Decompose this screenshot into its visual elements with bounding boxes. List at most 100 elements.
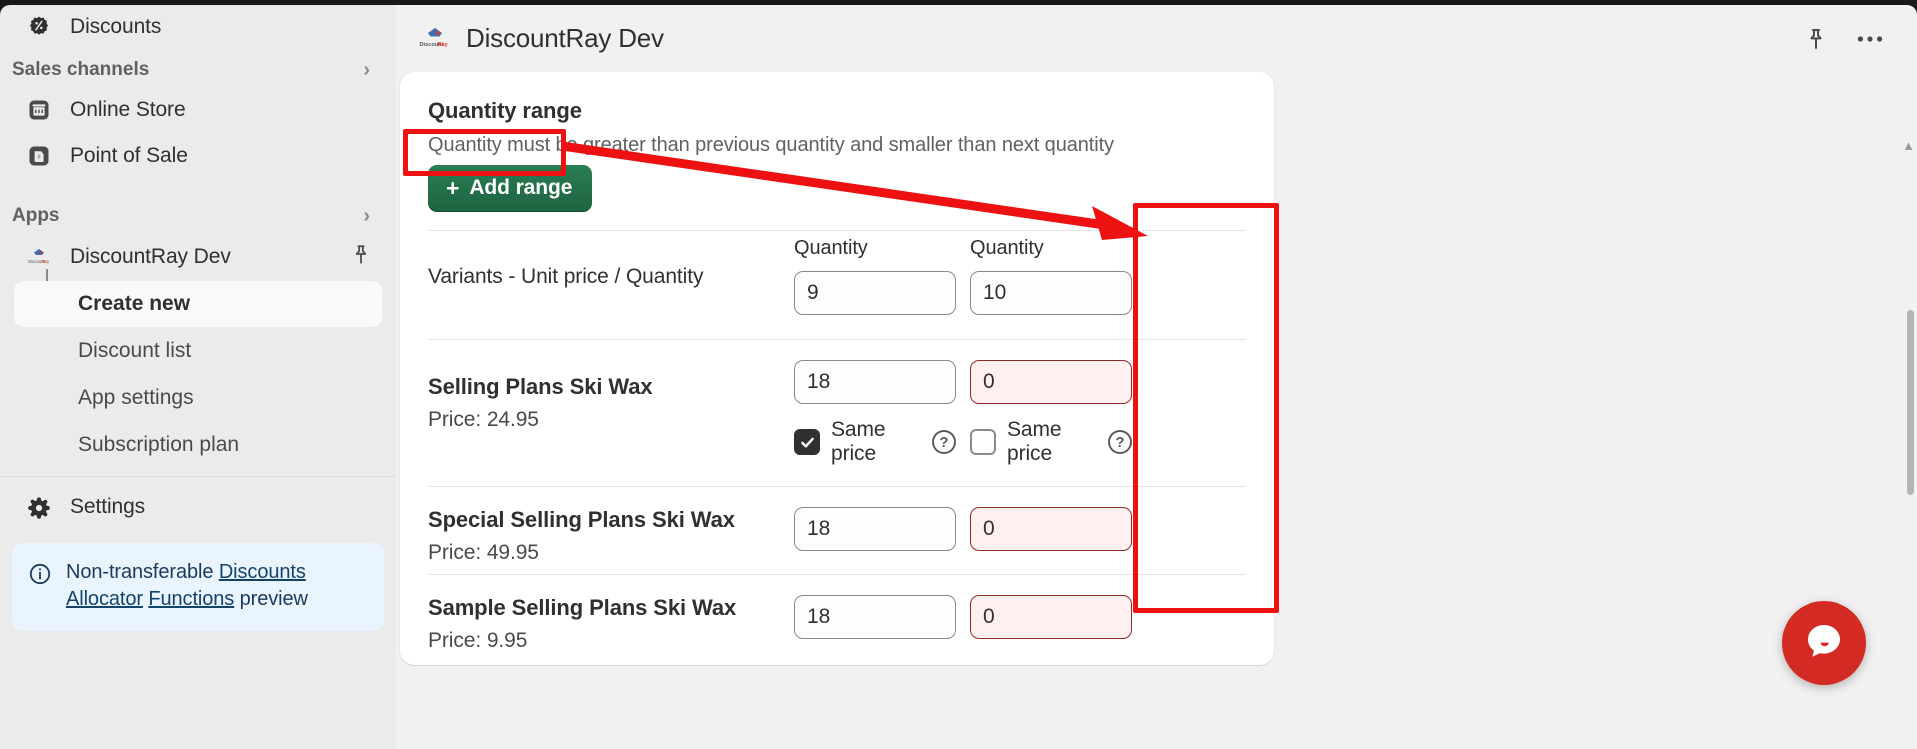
svg-text:Ray: Ray <box>438 42 449 48</box>
variant-cell-col2 <box>956 575 1132 639</box>
variant-price: Price: 49.95 <box>428 541 539 564</box>
sidebar-subitem-label: Create new <box>78 292 191 315</box>
help-icon-col1[interactable]: ? <box>932 430 956 454</box>
svg-text:Ray: Ray <box>41 259 50 264</box>
sidebar-item-label: Settings <box>70 495 146 518</box>
price-input-col1[interactable] <box>794 507 956 551</box>
info-circle-icon <box>28 562 52 591</box>
sidebar-subitem-label: App settings <box>78 385 194 409</box>
same-price-row-col2: Same price ? <box>970 418 1132 466</box>
same-price-label: Same price <box>1007 418 1062 465</box>
sidebar-item-label: Online Store <box>70 98 186 121</box>
variant-name: Special Selling Plans Ski Wax <box>428 507 735 532</box>
sidebar-item-online-store[interactable]: Online Store <box>0 87 396 133</box>
sidebar-item-discountray-dev[interactable]: Discount Ray DiscountRay Dev <box>0 233 396 281</box>
quantity-input-col1[interactable] <box>794 271 956 315</box>
sidebar-divider <box>0 476 396 477</box>
sidebar-item-label: DiscountRay Dev <box>70 245 231 268</box>
card-title: Quantity range <box>428 98 582 123</box>
variant-cell-col1 <box>780 575 956 639</box>
sidebar-subitem-label: Subscription plan <box>78 432 240 456</box>
price-input-col2[interactable] <box>970 360 1132 404</box>
variant-cell-col1 <box>780 487 956 551</box>
sidebar: Discounts Sales channels › Online Store … <box>0 5 396 749</box>
column-header-label: Quantity <box>970 237 1044 259</box>
main-content: Quantity range Quantity must be greater … <box>396 72 1917 749</box>
variants-header-label: Variants - Unit price / Quantity <box>428 265 704 288</box>
variant-cell-col1: Same price ? <box>780 340 956 466</box>
variant-name: Selling Plans Ski Wax <box>428 374 653 399</box>
gear-icon <box>26 494 52 520</box>
scroll-up-caret-icon[interactable]: ▲ <box>1902 138 1915 153</box>
sidebar-item-label: Discounts <box>70 15 162 38</box>
sidebar-item-label: Point of Sale <box>70 144 188 167</box>
sidebar-item-settings[interactable]: Settings <box>0 481 396 533</box>
sidebar-subitem-app-settings[interactable]: App settings <box>0 374 396 421</box>
chat-bubble-icon <box>1800 617 1848 670</box>
variants-grid: Variants - Unit price / Quantity Quantit… <box>400 231 1274 665</box>
pin-icon[interactable] <box>350 244 372 271</box>
quantity-column-2: Quantity <box>956 231 1132 315</box>
variants-header-cell: Variants - Unit price / Quantity <box>428 231 780 289</box>
add-range-button[interactable]: + Add range <box>428 165 593 212</box>
quantity-input-col2[interactable] <box>970 271 1132 315</box>
more-horizontal-icon[interactable] <box>1849 18 1891 60</box>
sidebar-subitem-label: Discount list <box>78 338 192 362</box>
variant-info-cell: Special Selling Plans Ski Wax Price: 49.… <box>428 487 780 565</box>
table-header-row: Variants - Unit price / Quantity Quantit… <box>400 231 1274 339</box>
help-icon-col2[interactable]: ? <box>1108 430 1132 454</box>
sidebar-item-point-of-sale[interactable]: S Point of Sale <box>0 133 396 179</box>
same-price-row-col1: Same price ? <box>794 418 956 466</box>
card-header: Quantity range Quantity must be greater … <box>400 72 1274 212</box>
variant-price: Price: 24.95 <box>428 408 539 431</box>
main-scrollbar[interactable]: ▲ ▼ <box>1902 138 1915 749</box>
price-input-col1[interactable] <box>794 595 956 639</box>
callout-text: Non-transferable Discounts Allocator Fun… <box>66 559 368 613</box>
add-range-label: Add range <box>469 176 573 199</box>
app-header: Discount Ray DiscountRay Dev <box>396 5 1917 72</box>
section-label: Sales channels <box>12 59 150 80</box>
variant-info-cell: Sample Selling Plans Ski Wax Price: 9.95 <box>428 575 780 653</box>
page-title: DiscountRay Dev <box>466 23 664 53</box>
scrollbar-thumb[interactable] <box>1907 310 1914 495</box>
quantity-range-card: Quantity range Quantity must be greater … <box>400 72 1274 665</box>
chat-launcher-button[interactable] <box>1782 601 1866 685</box>
same-price-checkbox-col2[interactable] <box>970 429 996 455</box>
plus-icon: + <box>446 174 460 201</box>
same-price-label: Same price <box>831 418 886 465</box>
callout-line1: Non-transferable <box>66 561 214 583</box>
functions-link[interactable]: Functions <box>148 588 234 610</box>
sidebar-section-sales-channels[interactable]: Sales channels › <box>0 49 396 87</box>
column-header-label: Quantity <box>794 237 868 259</box>
sidebar-subitem-create-new[interactable]: Create new <box>14 281 382 327</box>
card-subtitle: Quantity must be greater than previous q… <box>428 134 1114 156</box>
preview-callout: Non-transferable Discounts Allocator Fun… <box>12 543 384 631</box>
section-label: Apps <box>12 205 60 226</box>
sidebar-section-apps[interactable]: Apps › <box>0 179 396 233</box>
variant-price: Price: 9.95 <box>428 629 528 652</box>
variant-name: Sample Selling Plans Ski Wax <box>428 595 737 620</box>
pin-icon[interactable] <box>1795 18 1837 60</box>
app-window: Discounts Sales channels › Online Store … <box>0 0 1917 749</box>
table-row: Sample Selling Plans Ski Wax Price: 9.95 <box>400 575 1274 665</box>
sidebar-subitem-discount-list[interactable]: Discount list <box>0 327 396 374</box>
discount-tag-icon <box>26 14 52 40</box>
table-row: Special Selling Plans Ski Wax Price: 49.… <box>400 487 1274 574</box>
sidebar-subitem-subscription-plan[interactable]: Subscription plan <box>0 421 396 468</box>
price-input-col2[interactable] <box>970 507 1132 551</box>
price-input-col2[interactable] <box>970 595 1132 639</box>
same-price-checkbox-col1[interactable] <box>794 429 820 455</box>
discountray-logo-icon: Discount Ray <box>418 24 452 54</box>
quantity-column-1: Quantity <box>780 231 956 315</box>
point-of-sale-icon: S <box>26 143 52 169</box>
sidebar-item-discounts[interactable]: Discounts <box>0 5 396 49</box>
callout-tail: preview <box>234 588 308 610</box>
chevron-right-icon[interactable]: › <box>363 60 370 80</box>
chevron-right-icon[interactable]: › <box>363 206 370 226</box>
storefront-icon <box>26 97 52 123</box>
price-input-col1[interactable] <box>794 360 956 404</box>
variant-cell-col2 <box>956 487 1132 551</box>
variant-cell-col2: Same price ? <box>956 340 1132 466</box>
discountray-logo-icon: Discount Ray <box>26 244 52 270</box>
variant-info-cell: Selling Plans Ski Wax Price: 24.95 <box>428 340 780 432</box>
